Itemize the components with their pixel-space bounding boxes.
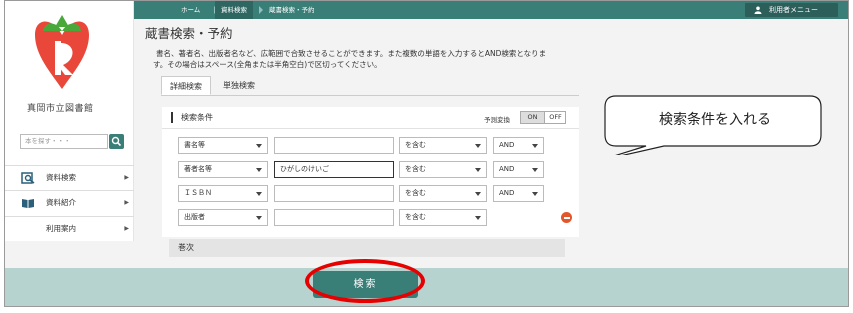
user-icon: [754, 6, 762, 14]
page-title: 蔵書検索・予約: [145, 26, 233, 41]
field-select[interactable]: ＩＳＢＮ: [178, 185, 268, 202]
breadcrumb-current: 蔵書検索・予約: [269, 6, 315, 14]
toggle-off[interactable]: OFF: [544, 112, 566, 123]
browser-frame: 真岡市立図書館 本を探す・・・ 資料検索 ▶ 資料紹介 ▶ 利用案内 ▶ ホーム…: [4, 0, 849, 307]
toggle-on[interactable]: ON: [521, 112, 544, 123]
highlight-ring: [305, 259, 425, 303]
chevron-down-icon: [475, 192, 481, 196]
field-select-value: ＩＳＢＮ: [184, 189, 212, 197]
sidebar-item-label: 資料紹介: [46, 198, 76, 207]
chevron-down-icon: [256, 216, 262, 220]
bottom-action-bar: [5, 268, 848, 306]
conditions-title: 検索条件: [181, 113, 213, 122]
logic-select[interactable]: AND: [493, 137, 544, 154]
sidebar-item-label: 利用案内: [46, 224, 76, 233]
logic-select[interactable]: AND: [493, 185, 544, 202]
chevron-down-icon: [475, 216, 481, 220]
user-menu-button[interactable]: 利用者メニュー: [745, 3, 838, 17]
user-menu-label: 利用者メニュー: [769, 6, 818, 14]
logic-select-value: AND: [499, 165, 515, 173]
magnifier-book-icon: [21, 172, 35, 184]
field-select-value: 書名等: [184, 141, 205, 149]
keyword-input[interactable]: ひがしのけいご: [274, 161, 394, 178]
library-name: 真岡市立図書館: [27, 104, 94, 114]
keyword-input[interactable]: [274, 209, 394, 226]
field-select-value: 著者名等: [184, 165, 212, 173]
sidebar-item-material-intro[interactable]: 資料紹介 ▶: [5, 190, 134, 214]
match-select-value: を含む: [405, 141, 426, 149]
tab-single-search[interactable]: 単独検索: [215, 76, 263, 95]
sidebar: 真岡市立図書館 本を探す・・・ 資料検索 ▶ 資料紹介 ▶ 利用案内 ▶: [5, 1, 134, 241]
field-select-value: 出版者: [184, 213, 205, 221]
prediction-label: 予測変換: [484, 116, 510, 124]
keyword-input[interactable]: [274, 137, 394, 154]
field-select[interactable]: 出版者: [178, 209, 268, 226]
tab-divider: [161, 95, 579, 96]
logic-select[interactable]: AND: [493, 161, 544, 178]
chevron-right-icon: ▶: [124, 174, 129, 181]
sidebar-item-label: 資料検索: [46, 173, 76, 182]
chevron-down-icon: [475, 144, 481, 148]
chevron-down-icon: [256, 192, 262, 196]
section-marker: [171, 112, 173, 123]
breadcrumb-home[interactable]: ホーム: [181, 1, 200, 19]
sidebar-item-usage-guide[interactable]: 利用案内 ▶: [5, 216, 134, 240]
library-logo-icon: [35, 15, 89, 89]
match-select[interactable]: を含む: [399, 161, 487, 178]
remove-row-icon[interactable]: [561, 212, 572, 223]
sidebar-search-button[interactable]: [109, 134, 124, 149]
tab-detailed-search[interactable]: 詳細検索: [161, 76, 211, 95]
callout-text: 検索条件を入れる: [659, 112, 771, 128]
chevron-down-icon: [532, 192, 538, 196]
logic-select-value: AND: [499, 141, 515, 149]
keyword-input[interactable]: [274, 185, 394, 202]
match-select-value: を含む: [405, 213, 426, 221]
field-select[interactable]: 書名等: [178, 137, 268, 154]
chevron-down-icon: [256, 168, 262, 172]
top-navigation-bar: ホーム 資料検索 蔵書検索・予約 利用者メニュー: [134, 1, 848, 19]
chevron-down-icon: [532, 144, 538, 148]
page-description: 書名、著者名、出版者名など、広範囲で合致させることができます。また複数の単語を入…: [156, 49, 547, 58]
match-select-value: を含む: [405, 165, 426, 173]
open-book-icon: [22, 199, 34, 208]
match-select[interactable]: を含む: [399, 185, 487, 202]
sidebar-search-input[interactable]: 本を探す・・・: [20, 134, 108, 149]
chevron-right-icon: ▶: [124, 225, 129, 232]
chevron-down-icon: [532, 168, 538, 172]
prediction-toggle[interactable]: ON OFF: [520, 111, 566, 124]
chevron-down-icon: [256, 144, 262, 148]
chevron-down-icon: [475, 168, 481, 172]
page-description-continued: す。その場合はスペース(全角または半角空白)で区切ってください。: [153, 60, 382, 69]
match-select[interactable]: を含む: [399, 209, 487, 226]
volume-section: 巻次: [169, 239, 565, 257]
match-select[interactable]: を含む: [399, 137, 487, 154]
match-select-value: を含む: [405, 189, 426, 197]
chevron-right-icon: ▶: [124, 199, 129, 206]
search-icon: [111, 136, 122, 147]
field-select[interactable]: 著者名等: [178, 161, 268, 178]
logic-select-value: AND: [499, 189, 515, 197]
breadcrumb-separator-icon: [259, 6, 263, 14]
conditions-header: 検索条件 予測変換 ON OFF: [162, 107, 579, 129]
sidebar-item-material-search[interactable]: 資料検索 ▶: [5, 165, 134, 189]
breadcrumb-section[interactable]: 資料検索: [215, 1, 253, 19]
